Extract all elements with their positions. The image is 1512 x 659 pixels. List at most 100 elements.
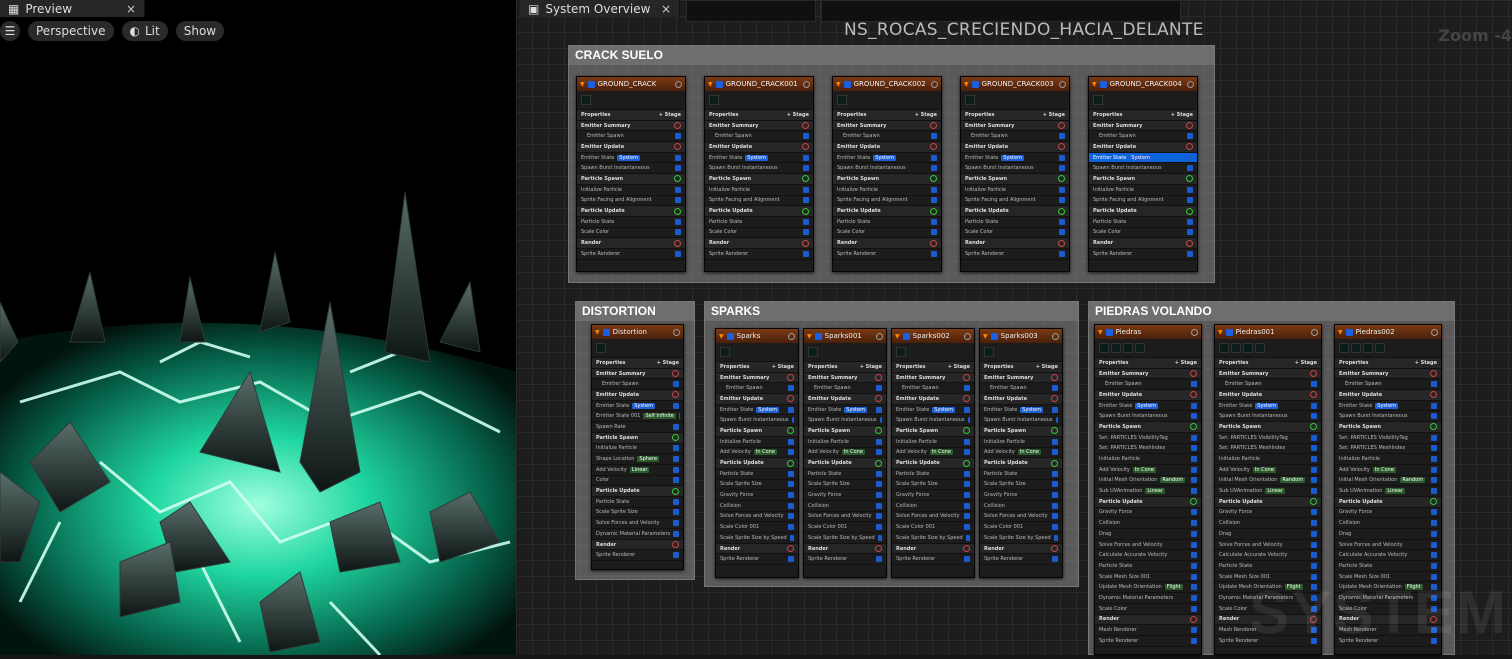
module-enable-checkbox[interactable] xyxy=(1191,542,1197,548)
stack-item[interactable]: Emitter Spawn xyxy=(577,131,685,142)
module-enable-checkbox[interactable] xyxy=(1311,552,1317,558)
stack-item[interactable]: Emitter Summary xyxy=(892,373,974,384)
stack-item[interactable]: Spawn Burst Instantaneous xyxy=(961,163,1069,174)
stack-item[interactable]: Render xyxy=(716,544,798,555)
module-enable-checkbox[interactable] xyxy=(1187,219,1193,225)
stack-item[interactable]: Add VelocityIn Cone xyxy=(1095,465,1201,476)
module-enable-checkbox[interactable] xyxy=(1187,165,1193,171)
stack-item[interactable]: Solve Forces and Velocity xyxy=(892,512,974,523)
module-enable-checkbox[interactable] xyxy=(1311,488,1317,494)
module-enable-checkbox[interactable] xyxy=(1187,251,1193,257)
module-enable-checkbox[interactable] xyxy=(1311,381,1317,387)
module-enable-checkbox[interactable] xyxy=(673,477,679,483)
stack-item[interactable]: Spawn Burst Instantaneous xyxy=(1089,163,1197,174)
stack-item[interactable]: Emitter Spawn xyxy=(833,131,941,142)
module-enable-checkbox[interactable] xyxy=(1311,445,1317,451)
node-header[interactable]: ▼Sparks001 xyxy=(804,329,886,343)
stack-item[interactable]: Particle State xyxy=(577,217,685,228)
module-enable-checkbox[interactable] xyxy=(1431,488,1437,494)
stack-item[interactable]: Sub UVAnimationLinear xyxy=(1215,486,1321,497)
stack-item[interactable]: Scale Sprite Size xyxy=(980,480,1062,491)
stack-item[interactable]: Collision xyxy=(1215,518,1321,529)
stack-item[interactable]: Emitter Summary xyxy=(1335,369,1441,380)
stack-item[interactable]: Collision xyxy=(716,501,798,512)
stack-item[interactable]: Initialize Particle xyxy=(1095,454,1201,465)
stack-item[interactable]: Emitter Update xyxy=(804,394,886,405)
stack-item[interactable]: Particle Update xyxy=(1215,497,1321,508)
stack-item[interactable]: Properties+ Stage xyxy=(716,362,798,373)
stack-item[interactable]: Particle Update xyxy=(804,458,886,469)
collapse-arrow-icon[interactable]: ▼ xyxy=(1338,329,1343,336)
stack-item[interactable]: Emitter Summary xyxy=(705,121,813,132)
stack-item[interactable]: Sprite Renderer xyxy=(716,554,798,565)
module-enable-checkbox[interactable] xyxy=(1311,403,1317,409)
add-stage-button[interactable]: + Stage xyxy=(1171,112,1193,118)
node-header[interactable]: ▼Sparks002 xyxy=(892,329,974,343)
stack-item[interactable]: Sprite Renderer xyxy=(1095,636,1201,647)
node-header[interactable]: ▼GROUND_CRACK004 xyxy=(1089,77,1197,91)
module-enable-checkbox[interactable] xyxy=(1052,439,1058,445)
stack-item[interactable]: Particle Spawn xyxy=(833,174,941,185)
show-button[interactable]: Show xyxy=(176,21,224,41)
stack-item[interactable]: Particle State xyxy=(716,469,798,480)
module-enable-checkbox[interactable] xyxy=(964,481,970,487)
module-enable-checkbox[interactable] xyxy=(1311,531,1317,537)
add-stage-button[interactable]: + Stage xyxy=(657,360,679,366)
stack-item[interactable]: Spawn Burst Instantaneous xyxy=(804,415,886,426)
stack-item[interactable]: Spawn Rate xyxy=(592,422,683,433)
stack-item[interactable]: Add VelocityIn Cone xyxy=(980,448,1062,459)
stack-item[interactable]: Sub UVAnimationLinear xyxy=(1095,486,1201,497)
stack-item[interactable]: Scale Color 001 xyxy=(716,522,798,533)
stack-item[interactable]: Properties+ Stage xyxy=(980,362,1062,373)
add-stage-button[interactable]: + Stage xyxy=(1295,360,1317,366)
collapse-arrow-icon[interactable]: ▼ xyxy=(1098,329,1103,336)
stack-item[interactable]: Initialize Particle xyxy=(705,185,813,196)
enable-checkbox[interactable] xyxy=(815,333,822,340)
collapse-arrow-icon[interactable]: ▼ xyxy=(1092,81,1097,88)
enable-checkbox[interactable] xyxy=(972,81,979,88)
module-enable-checkbox[interactable] xyxy=(1052,471,1058,477)
stack-item[interactable]: Gravity Force xyxy=(716,490,798,501)
module-enable-checkbox[interactable] xyxy=(1191,606,1197,612)
module-enable-checkbox[interactable] xyxy=(803,165,809,171)
module-enable-checkbox[interactable] xyxy=(1191,627,1197,633)
stack-item[interactable]: Solve Forces and Velocity xyxy=(1215,540,1321,551)
module-enable-checkbox[interactable] xyxy=(1431,467,1437,473)
close-icon[interactable]: × xyxy=(126,2,136,16)
stack-item[interactable]: Calculate Accurate Velocity xyxy=(1095,550,1201,561)
stack-item[interactable]: Scale Color xyxy=(961,228,1069,239)
stack-item[interactable]: Particle State xyxy=(592,497,683,508)
module-enable-checkbox[interactable] xyxy=(876,439,882,445)
stack-item[interactable]: Spawn Burst Instantaneous xyxy=(1215,411,1321,422)
module-enable-checkbox[interactable] xyxy=(931,133,937,139)
stack-item[interactable]: Scale Color 001 xyxy=(980,522,1062,533)
module-enable-checkbox[interactable] xyxy=(931,165,937,171)
stack-item[interactable]: Calculate Accurate Velocity xyxy=(1335,550,1441,561)
stack-item[interactable]: Solve Forces and Velocity xyxy=(1335,540,1441,551)
stack-item[interactable]: Particle Update xyxy=(577,206,685,217)
add-stage-button[interactable]: + Stage xyxy=(948,364,970,370)
module-enable-checkbox[interactable] xyxy=(1052,385,1058,391)
emitter-node[interactable]: ▼PiedrasProperties+ StageEmitter Summary… xyxy=(1094,324,1202,655)
module-enable-checkbox[interactable] xyxy=(1431,477,1437,483)
stack-item[interactable]: Initialize Particle xyxy=(833,185,941,196)
stack-item[interactable]: Add VelocityIn Cone xyxy=(1215,465,1321,476)
node-header[interactable]: ▼Piedras001 xyxy=(1215,325,1321,339)
module-enable-checkbox[interactable] xyxy=(1052,481,1058,487)
module-enable-checkbox[interactable] xyxy=(675,133,681,139)
module-enable-checkbox[interactable] xyxy=(1187,229,1193,235)
stack-item[interactable]: Properties+ Stage xyxy=(1335,358,1441,369)
stack-item[interactable]: Emitter Spawn xyxy=(1215,379,1321,390)
stack-item[interactable]: Particle Update xyxy=(1335,497,1441,508)
module-enable-checkbox[interactable] xyxy=(673,467,679,473)
stack-item[interactable]: Spawn Burst Instantaneous xyxy=(1095,411,1201,422)
stack-item[interactable]: Render xyxy=(705,238,813,249)
module-enable-checkbox[interactable] xyxy=(1431,456,1437,462)
module-enable-checkbox[interactable] xyxy=(1052,503,1058,509)
add-stage-button[interactable]: + Stage xyxy=(860,364,882,370)
stack-item[interactable]: Calculate Accurate Velocity xyxy=(1215,550,1321,561)
stack-item[interactable]: Add VelocityLinear xyxy=(592,465,683,476)
module-enable-checkbox[interactable] xyxy=(964,524,970,530)
module-enable-checkbox[interactable] xyxy=(876,492,882,498)
module-enable-checkbox[interactable] xyxy=(1191,381,1197,387)
